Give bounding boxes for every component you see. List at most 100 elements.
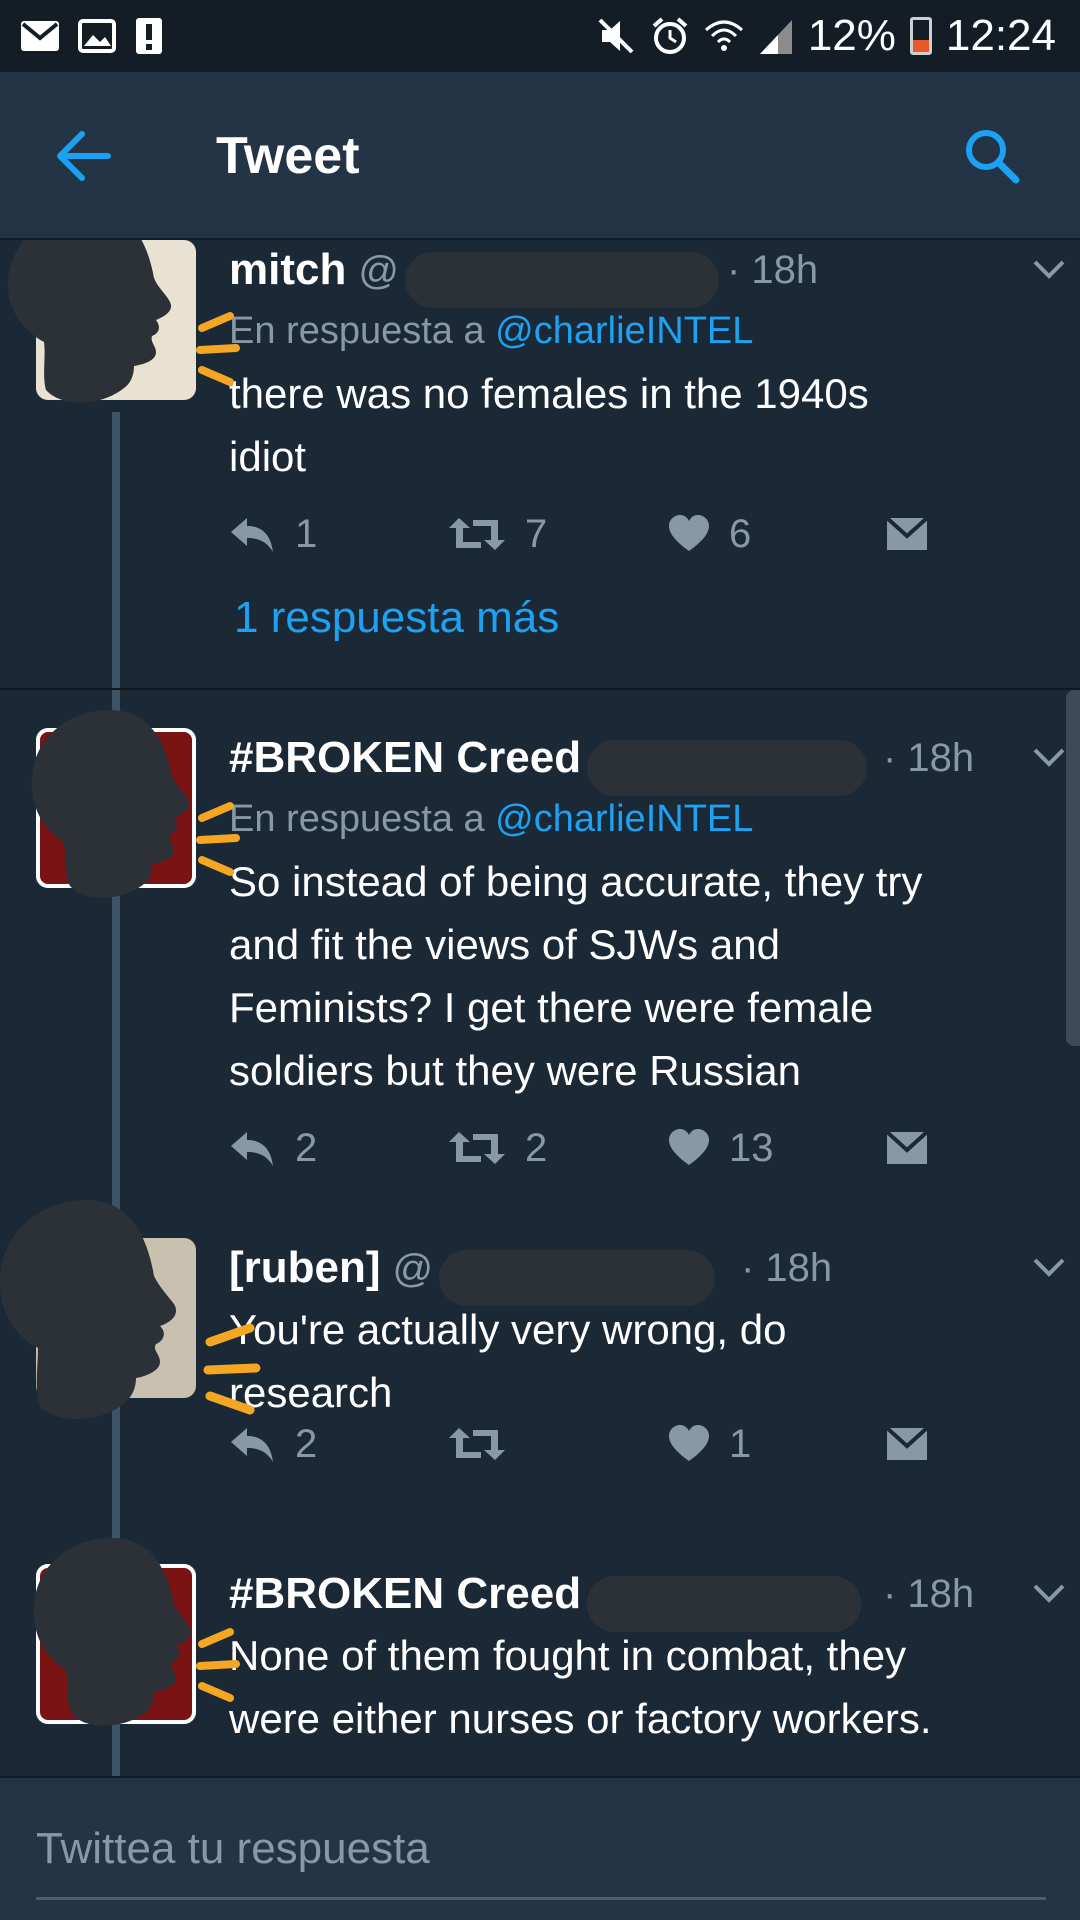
app-bar: Tweet: [0, 72, 1080, 240]
redaction-silhouette: [7, 240, 171, 403]
direct-message-button[interactable]: [885, 504, 929, 564]
battery-percent: 12%: [807, 11, 896, 60]
tweet-header: #BROKEN Creed · 18h: [229, 728, 1065, 796]
like-count: 13: [729, 1125, 774, 1170]
tweet-text: You're actually very wrong, do research: [229, 1298, 1029, 1424]
tweet-content: mitch @ · 18h En respuesta a @charlieINTE…: [229, 240, 1065, 488]
scribble-mark: [196, 802, 240, 876]
retweet-count: 2: [525, 1125, 548, 1170]
direct-message-button[interactable]: [885, 1118, 929, 1178]
envelope-icon: [885, 1426, 929, 1460]
tweet-header: [ruben] @ · 18h: [229, 1238, 1065, 1306]
tweet-thread[interactable]: mitch @ · 18h En respuesta a @charlieINTE…: [0, 240, 1080, 1776]
tweet-content: [ruben] @ · 18h You're actually very wron…: [229, 1238, 1065, 1424]
back-button[interactable]: [48, 124, 120, 188]
heart-icon: [669, 515, 709, 551]
tweet-actions: 2 1: [229, 1414, 969, 1474]
reply-input[interactable]: [36, 1800, 1046, 1900]
envelope-icon: [885, 516, 929, 550]
timestamp: · 18h: [883, 736, 975, 780]
redacted-handle: [587, 739, 868, 796]
mention-link[interactable]: @charlieINTEL: [495, 310, 753, 352]
chevron-down-icon[interactable]: [1029, 1580, 1069, 1608]
back-arrow-icon: [57, 131, 111, 181]
display-name[interactable]: #BROKEN Creed: [229, 1569, 581, 1618]
chevron-down-icon[interactable]: [1029, 1254, 1069, 1282]
redacted-handle: [439, 1249, 716, 1306]
search-icon: [966, 130, 1020, 184]
like-button[interactable]: 1: [669, 1414, 751, 1474]
like-button[interactable]: 13: [669, 1118, 774, 1178]
tweet-text-line: None of them fought in combat, they: [229, 1632, 907, 1679]
display-name[interactable]: mitch: [229, 245, 346, 294]
username[interactable]: @: [358, 249, 399, 293]
retweet-button[interactable]: [449, 1414, 525, 1474]
retweet-icon: [449, 1132, 505, 1164]
reply-icon: [231, 518, 273, 552]
reply-button[interactable]: 2: [229, 1414, 317, 1474]
heart-icon: [669, 1425, 709, 1461]
tweet-text-line: soldiers but they were Russian: [229, 1047, 801, 1094]
mute-icon: [598, 18, 634, 54]
retweet-button[interactable]: 2: [449, 1118, 547, 1178]
redacted-handle: [404, 251, 719, 308]
reply-icon: [231, 1428, 273, 1462]
avatar[interactable]: [30, 710, 200, 928]
reply-count: 2: [295, 1421, 318, 1466]
chevron-down-icon[interactable]: [1029, 256, 1069, 284]
tweet-text-line: idiot: [229, 433, 307, 480]
wifi-icon: [704, 20, 743, 51]
search-button[interactable]: [960, 124, 1024, 188]
scribble-mark: [203, 1323, 261, 1415]
reply-icon: [231, 1132, 273, 1166]
reply-button[interactable]: 1: [229, 504, 317, 564]
direct-message-button[interactable]: [885, 1414, 929, 1474]
like-count: 6: [729, 511, 752, 556]
reply-context: En respuesta a @charlieINTEL: [229, 788, 1029, 850]
scribble-mark: [196, 1628, 240, 1702]
tweet-header: mitch @ · 18h: [229, 240, 1065, 308]
envelope-icon: [885, 1130, 929, 1164]
redacted-handle: [587, 1575, 862, 1632]
scribble-mark: [196, 312, 240, 386]
like-button[interactable]: 6: [669, 504, 751, 564]
mention-link[interactable]: @charlieINTEL: [495, 798, 753, 840]
reply-context: En respuesta a @charlieINTEL: [229, 300, 1029, 362]
alert-icon: [136, 18, 162, 54]
avatar[interactable]: [7, 240, 200, 438]
username[interactable]: @: [393, 1247, 434, 1291]
signal-icon: [759, 20, 792, 54]
battery-icon: [909, 17, 932, 55]
reply-count: 1: [295, 511, 318, 556]
tweet-text-line: You're actually very wrong, do: [229, 1306, 787, 1353]
reply-button[interactable]: 2: [229, 1118, 317, 1178]
more-replies-dots: [110, 596, 122, 642]
tweet-text-line: and fit the views of SJWs and: [229, 921, 780, 968]
scrollbar[interactable]: [1066, 690, 1080, 1046]
tweet-content: #BROKEN Creed · 18h None of them fought …: [229, 1564, 1065, 1750]
status-bar: 12% 12:24: [0, 0, 1080, 72]
display-name[interactable]: #BROKEN Creed: [229, 733, 581, 782]
chevron-down-icon[interactable]: [1029, 744, 1069, 772]
compose-bar: [0, 1776, 1080, 1920]
notification-icons: [20, 14, 164, 58]
tweet-text: there was no females in the 1940s idiot: [229, 362, 1029, 488]
tweet-text: None of them fought in combat, they were…: [229, 1624, 1029, 1750]
clock: 12:24: [945, 11, 1056, 60]
reply-count: 2: [295, 1125, 318, 1170]
tweet-content: #BROKEN Creed · 18h En respuesta a @char…: [229, 728, 1065, 1102]
display-name[interactable]: [ruben]: [229, 1243, 381, 1292]
like-count: 1: [729, 1421, 752, 1466]
avatar[interactable]: [30, 1538, 200, 1764]
tweet-header: #BROKEN Creed · 18h: [229, 1564, 1065, 1632]
retweet-count: 7: [525, 511, 548, 556]
tweet-text-line: there was no females in the 1940s: [229, 370, 869, 417]
retweet-icon: [449, 1428, 505, 1460]
gmail-icon: [21, 21, 59, 51]
more-replies-link[interactable]: 1 respuesta más: [234, 588, 559, 648]
gallery-icon: [78, 19, 116, 53]
retweet-button[interactable]: 7: [449, 504, 547, 564]
redaction-silhouette: [31, 710, 190, 898]
avatar[interactable]: [0, 1200, 200, 1438]
timestamp: · 18h: [741, 1246, 833, 1290]
